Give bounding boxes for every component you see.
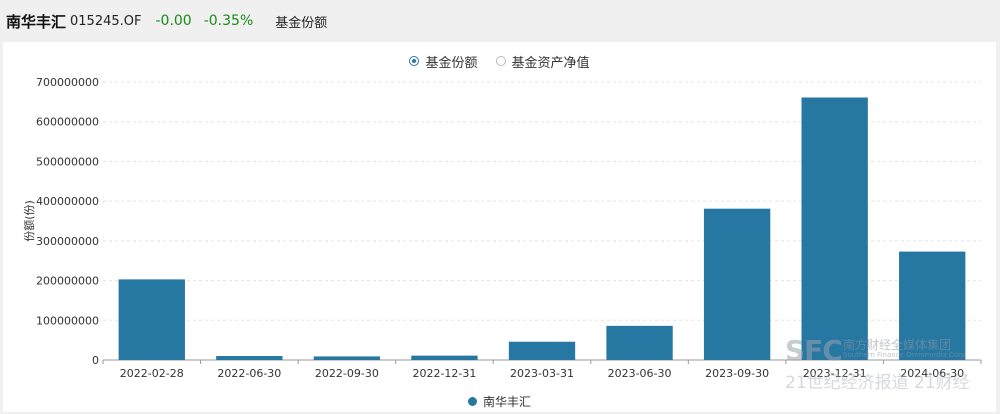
y-tick-label: 0 — [92, 354, 99, 367]
fund-name: 南华丰汇 — [6, 12, 67, 31]
toggle-net-asset-value[interactable]: 基金资产净值 — [495, 52, 590, 71]
y-tick-label: 200000000 — [36, 275, 99, 288]
metric-toggle: 基金份额 基金资产净值 — [3, 50, 996, 72]
x-tick-label: 2024-06-30 — [900, 367, 964, 380]
bar — [801, 97, 868, 360]
fund-code: 015245.OF — [70, 13, 142, 29]
price-change-pct: -0.35% — [203, 13, 254, 29]
legend-dot-icon — [467, 396, 477, 406]
toggle-fund-shares[interactable]: 基金份额 — [409, 52, 478, 71]
radio-unchecked-icon[interactable] — [495, 56, 506, 66]
y-tick-label: 600000000 — [36, 116, 99, 129]
x-tick-label: 2023-09-30 — [705, 367, 769, 380]
x-tick-label: 2023-06-30 — [608, 367, 672, 380]
bar — [313, 356, 381, 360]
section-label: 基金份额 — [275, 15, 328, 31]
fund-header: 南华丰汇 015245.OF -0.00 -0.35% 基金份额 — [0, 0, 1000, 42]
chart-panel: 0 100000000 200000000 300000000 400000000 500… — [3, 42, 996, 412]
x-tick-label: 2022-12-31 — [412, 367, 476, 380]
bar — [216, 356, 283, 360]
bar — [606, 325, 673, 360]
x-tick-label: 2023-12-31 — [803, 367, 867, 380]
y-tick-label: 400000000 — [36, 195, 99, 208]
toggle-fund-shares-label: 基金份额 — [425, 55, 478, 71]
bar — [411, 355, 478, 360]
price-change: -0.00 — [155, 13, 192, 29]
radio-checked-icon[interactable] — [409, 56, 420, 66]
y-tick-label: 100000000 — [36, 314, 99, 327]
x-tick-label: 2022-09-30 — [315, 367, 379, 380]
bar — [508, 341, 576, 360]
x-tick-label: 2022-06-30 — [217, 367, 281, 380]
x-tick-label: 2022-02-28 — [120, 367, 184, 380]
y-tick-label: 700000000 — [36, 76, 99, 89]
chart-legend[interactable]: 南华丰汇 — [3, 392, 996, 410]
toggle-net-asset-value-label: 基金资产净值 — [511, 55, 590, 71]
y-tick-label: 300000000 — [36, 235, 99, 248]
y-axis-title: 份额(份) — [23, 200, 36, 242]
bar — [899, 251, 966, 360]
legend-series-name: 南华丰汇 — [482, 394, 531, 409]
bar — [118, 279, 185, 360]
x-tick-label: 2023-03-31 — [510, 367, 574, 380]
bar-chart: 0 100000000 200000000 300000000 400000000 500… — [23, 76, 982, 380]
bar — [703, 208, 771, 360]
y-tick-label: 500000000 — [36, 155, 99, 168]
